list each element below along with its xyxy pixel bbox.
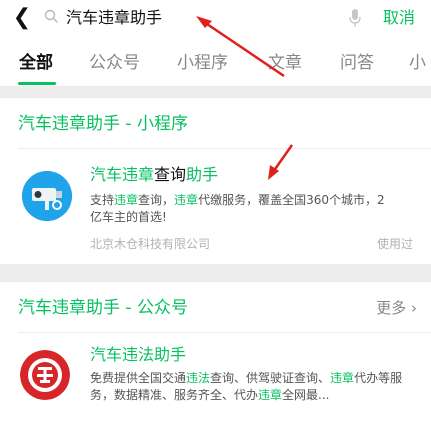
search-input[interactable]: 汽车违章助手 xyxy=(66,6,162,30)
back-arrow-icon[interactable]: ❮ xyxy=(10,4,34,32)
more-button[interactable]: 更多 › xyxy=(376,296,417,320)
microphone-icon[interactable] xyxy=(348,8,362,28)
mini-program-section: 汽车违章助手 - 小程序 汽车违章查询助手 支持违章查询，违章代缴服务，覆盖全国… xyxy=(0,98,431,264)
mini-program-title: 汽车违章查询助手 xyxy=(90,165,219,184)
tab-articles[interactable]: 文章 xyxy=(268,52,302,74)
mini-program-company: 北京木仓科技有限公司 xyxy=(90,237,211,251)
search-icon xyxy=(44,9,58,23)
tab-questions[interactable]: 问答 xyxy=(340,52,374,74)
tab-all[interactable]: 全部 xyxy=(19,52,53,74)
official-account-title: 汽车违法助手 xyxy=(90,345,187,364)
search-header: ❮ 汽车违章助手 取消 xyxy=(0,0,431,38)
used-before-label: 使用过 xyxy=(376,237,413,251)
tab-bar: 全部 公众号 小程序 文章 问答 小 xyxy=(0,38,431,86)
traffic-badge-icon xyxy=(20,350,70,400)
active-tab-indicator xyxy=(18,82,56,85)
section-divider xyxy=(18,332,431,333)
camera-icon xyxy=(22,171,72,221)
official-account-description: 免费提供全国交通违法查询、供驾驶证查询、违章代办等服务，数据精准、服务齐全、代办… xyxy=(90,371,403,402)
cancel-button[interactable]: 取消 xyxy=(383,6,415,30)
chevron-right-icon: › xyxy=(411,299,417,317)
official-account-section: 汽车违章助手 - 公众号 更多 › 汽车违法助手 免费提供全国交通违法查询、供驾… xyxy=(0,282,431,428)
section-title: 汽车违章助手 - 小程序 xyxy=(18,114,188,134)
section-divider xyxy=(18,148,431,149)
tab-mini-programs[interactable]: 小程序 xyxy=(177,52,228,74)
section-title: 汽车违章助手 - 公众号 xyxy=(18,298,188,318)
tab-official-accounts[interactable]: 公众号 xyxy=(89,52,140,74)
tab-more-partial[interactable]: 小 xyxy=(409,52,426,74)
mini-program-description: 支持违章查询，违章代缴服务，覆盖全国360个城市，2亿车主的首选! xyxy=(90,193,385,224)
